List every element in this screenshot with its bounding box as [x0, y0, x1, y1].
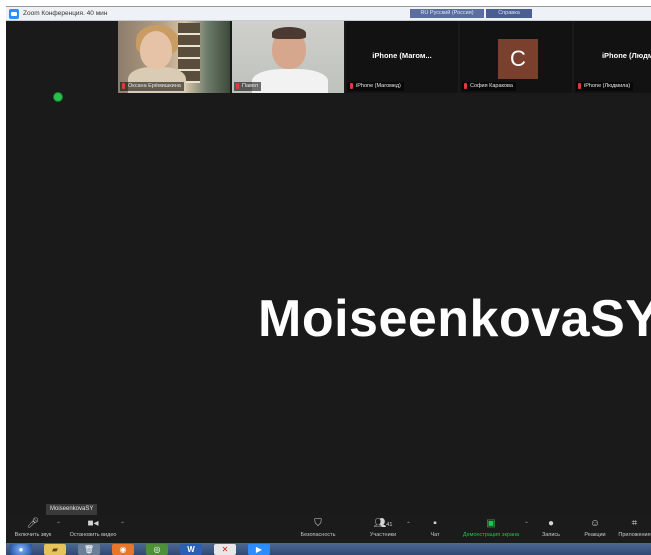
unmute-button[interactable]: 🎤︎ Включить звук: [10, 517, 56, 543]
zoom-app-icon: [9, 8, 19, 19]
microphone-muted-icon: 🎤︎: [26, 518, 40, 529]
chat-icon: ▪: [433, 518, 437, 529]
security-button[interactable]: ⛉ Безопасность: [292, 517, 344, 543]
window-title: Zoom Конференция. 40 мин: [23, 10, 108, 17]
share-screen-button[interactable]: ▣ Демонстрация экрана: [458, 517, 524, 543]
participants-button[interactable]: 👥︎41 Участники: [360, 517, 406, 543]
windows-taskbar: ● ▰ 🗑 ◉ ◎ W ✕ ▶: [6, 543, 651, 555]
participants-options-chevron-icon[interactable]: ⌃: [406, 521, 411, 528]
participant-body: [252, 69, 328, 93]
participant-avatar: C: [498, 39, 538, 79]
participant-name-tag: София Каракова: [462, 82, 516, 91]
meeting-toolbar: 🎤︎ Включить звук ⌃ ■◂ Остановить видео ⌃…: [6, 515, 651, 543]
participant-tile[interactable]: iPhone (Людми iPhone (Людмила): [574, 21, 651, 93]
language-indicator[interactable]: RU Русский (Россия): [410, 9, 484, 18]
window-titlebar: Zoom Конференция. 40 мин RU Русский (Рос…: [6, 7, 651, 21]
participant-tile[interactable]: iPhone (Магом... iPhone (Магомед): [346, 21, 458, 93]
reactions-button[interactable]: ☺ Реакции: [578, 517, 612, 543]
share-options-chevron-icon[interactable]: ⌃: [524, 521, 529, 528]
participant-name-tag: Павел: [234, 82, 261, 91]
zoom-window: Zoom Конференция. 40 мин RU Русский (Рос…: [6, 6, 651, 555]
apps-button[interactable]: ⌗ Приложения: [618, 517, 651, 543]
participant-tile[interactable]: Оксана Ерёмишкина: [118, 21, 230, 93]
video-camera-icon: ■◂: [87, 518, 99, 529]
recycle-bin-icon[interactable]: 🗑: [78, 544, 100, 555]
yandex-icon[interactable]: ✕: [214, 544, 236, 555]
participant-hair: [272, 27, 306, 39]
video-options-chevron-icon[interactable]: ⌃: [120, 521, 125, 528]
participant-center-name: iPhone (Людми: [601, 51, 651, 60]
file-explorer-icon[interactable]: ▰: [44, 544, 66, 555]
self-view-label: MoiseenkovaSY: [46, 504, 98, 515]
participants-icon: 👥︎41: [373, 518, 393, 529]
participant-name-tag: iPhone (Магомед): [348, 82, 404, 91]
connection-status-icon[interactable]: [54, 93, 62, 101]
gallery-strip: Оксана Ерёмишкина Павел iPhone (Магом...…: [118, 21, 651, 93]
help-menu[interactable]: Справка: [486, 9, 532, 18]
participant-tile[interactable]: C София Каракова: [460, 21, 572, 93]
firefox-icon[interactable]: ◉: [112, 544, 134, 555]
participant-name-tag: Оксана Ерёмишкина: [120, 82, 184, 91]
chrome-icon[interactable]: ◎: [146, 544, 168, 555]
word-icon[interactable]: W: [180, 544, 202, 555]
participant-center-name: iPhone (Магом...: [372, 51, 432, 60]
apps-icon: ⌗: [631, 518, 638, 529]
chat-button[interactable]: ▪ Чат: [424, 517, 446, 543]
zoom-taskbar-icon[interactable]: ▶: [248, 544, 270, 555]
shield-icon: ⛉: [314, 518, 322, 529]
stop-video-button[interactable]: ■◂ Остановить видео: [64, 517, 122, 543]
reactions-icon: ☺: [589, 518, 601, 529]
participant-name-tag: iPhone (Людмила): [576, 82, 634, 91]
record-button[interactable]: ● Запись: [536, 517, 566, 543]
record-icon: ●: [547, 518, 555, 529]
participant-tile[interactable]: Павел: [232, 21, 344, 93]
audio-options-chevron-icon[interactable]: ⌃: [56, 521, 61, 528]
participant-head: [140, 31, 172, 69]
participants-count: 41: [386, 522, 393, 528]
start-button-icon[interactable]: ●: [10, 544, 32, 555]
share-screen-icon: ▣: [486, 518, 496, 529]
active-speaker-name: MoiseenkovaSY: [258, 290, 651, 348]
